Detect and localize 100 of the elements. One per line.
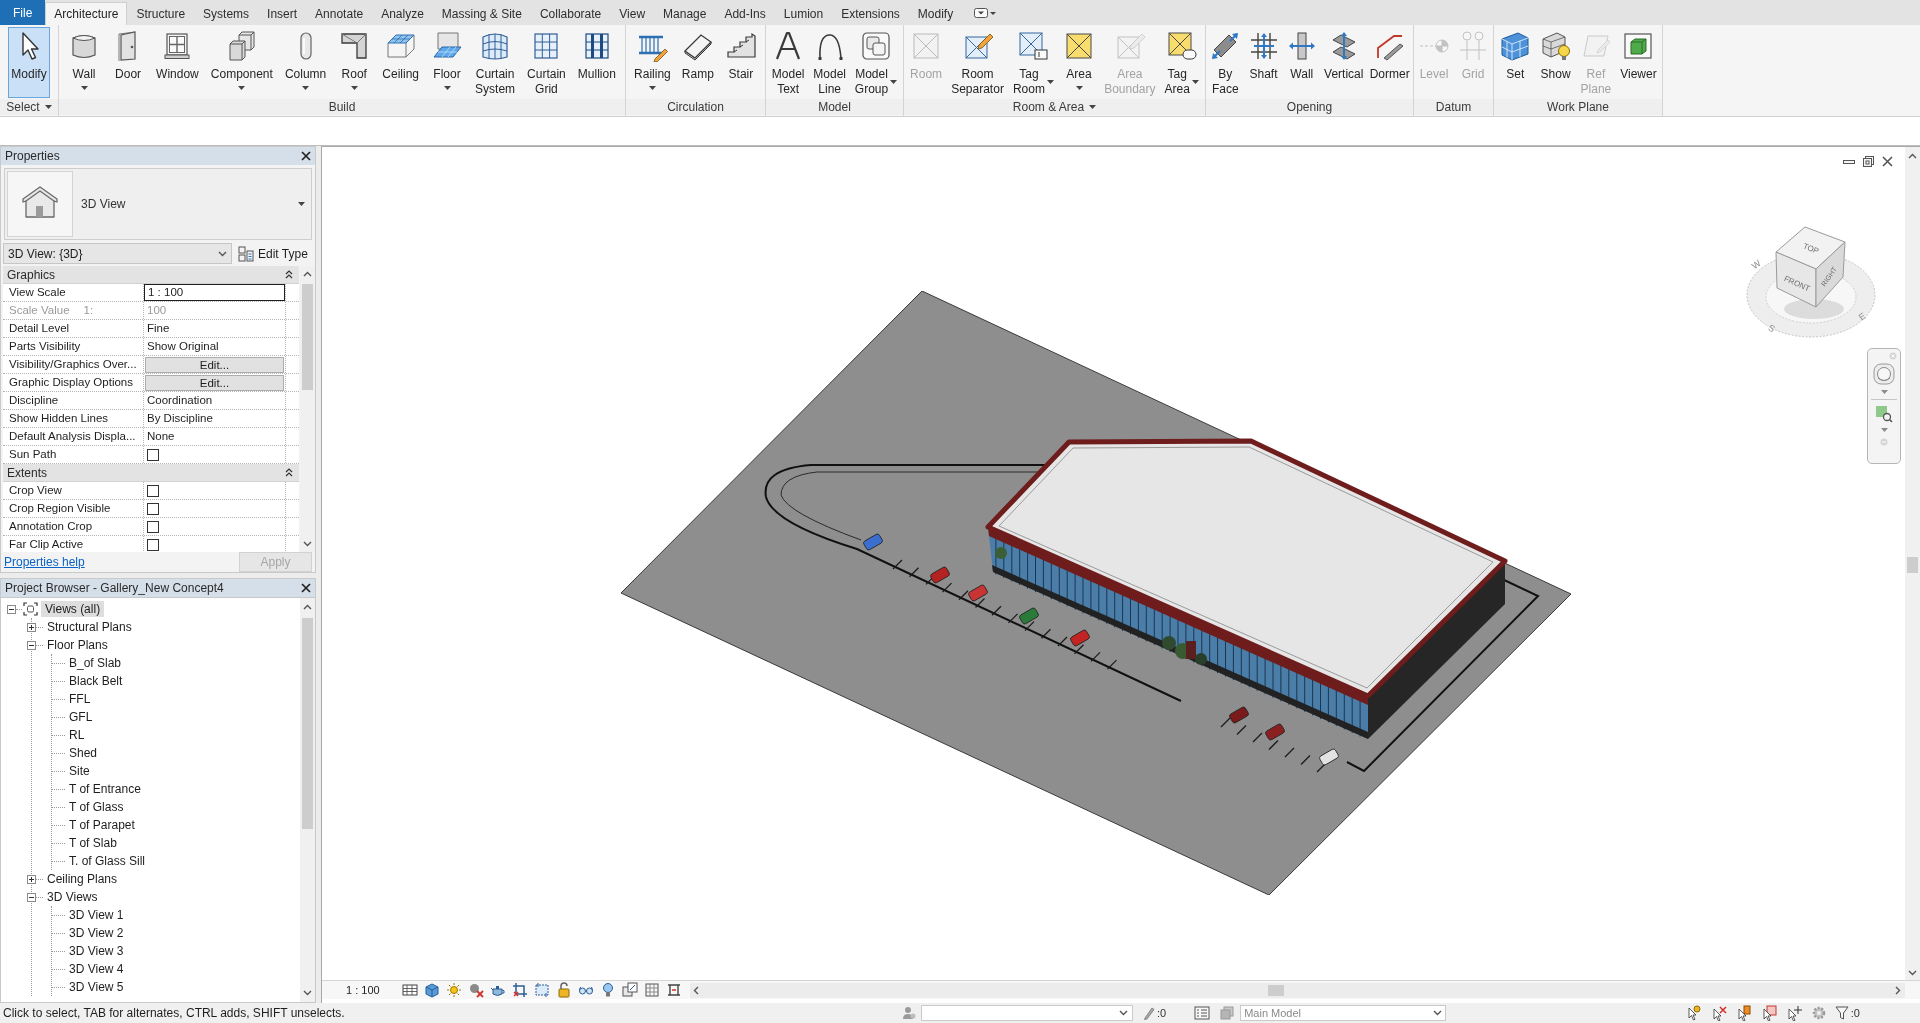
overlapping-squares-icon[interactable] [621,982,638,998]
chevron-down-icon[interactable] [218,250,227,257]
steering-wheel-icon[interactable] [1873,363,1895,385]
ribbon-tab[interactable]: Modify [908,2,963,25]
ribbon-button[interactable]: Floor [428,27,467,98]
ribbon-button[interactable]: Viewer [1617,27,1660,98]
minus-icon[interactable] [7,604,16,614]
ribbon-button[interactable]: Column [281,27,330,98]
ribbon-button[interactable]: Stair [721,27,760,98]
edit-type-button[interactable]: Edit Type [237,243,309,264]
ribbon-tab[interactable]: Annotate [306,2,373,25]
chevron-up-icon[interactable] [303,604,312,610]
close-icon[interactable] [301,151,311,161]
zoom-icon[interactable] [1875,405,1893,423]
scrollbar[interactable] [689,982,1905,998]
ribbon-tab[interactable]: Architecture [45,2,128,25]
tree-item[interactable]: Floor Plans [43,637,112,653]
compass-label[interactable]: W [1749,258,1763,272]
ribbon-button[interactable]: Wall [1282,27,1321,98]
ribbon-tab[interactable]: View [610,2,655,25]
scrollbar-thumb[interactable] [302,284,313,390]
ribbon-tab[interactable]: Extensions [832,2,909,25]
ribbon-tab[interactable]: Systems [194,2,259,25]
ribbon-tab[interactable]: Lumion [774,2,833,25]
scrollbar[interactable] [300,598,315,1002]
chevron-down-icon[interactable] [1433,1010,1443,1016]
chevron-down-icon[interactable] [1908,970,1917,976]
checkbox[interactable] [147,502,159,515]
ribbon-button[interactable]: Area [1060,27,1099,98]
box-cursor-icon[interactable] [1760,1005,1777,1021]
tree-item[interactable]: Site [65,763,94,779]
ribbon-button[interactable]: Vertical [1321,27,1367,98]
tree-item[interactable]: 3D View 4 [65,961,128,977]
tree-item[interactable]: Black Belt [65,673,127,689]
ribbon-button[interactable]: Ceiling [379,27,422,98]
ribbon-button[interactable]: Roof [335,27,374,98]
view-scale-button[interactable]: 1 : 100 [346,981,380,999]
ribbon-button[interactable]: Window [153,27,202,98]
striped-box-icon[interactable] [401,982,418,998]
ribbon-button[interactable]: Ramp [678,27,717,98]
tree-item[interactable]: T of Slab [65,835,121,851]
chevron-up-icon[interactable] [1908,153,1917,159]
panel-title-bar[interactable]: Select [0,99,58,115]
ribbon-button[interactable]: Room Separator [948,27,1007,98]
input-field[interactable]: 1 : 100 [144,284,285,301]
cross-cursor-icon[interactable] [1710,1005,1727,1021]
plus-icon[interactable] [27,874,36,884]
ribbon-button[interactable]: Modify [8,27,50,98]
chevron-down-icon[interactable] [1119,1010,1128,1016]
file-menu-button[interactable]: File [0,0,46,25]
edit-button[interactable]: Edit... [145,356,284,373]
checkbox[interactable] [147,484,159,497]
tree-item[interactable]: GFL [65,709,97,725]
pencil-icon[interactable] [1143,1006,1155,1020]
double-chevron-up-icon[interactable] [285,468,293,477]
help-link[interactable]: Properties help [4,553,85,571]
checkbox[interactable] [147,448,159,461]
key-cursor-icon[interactable] [1685,1005,1702,1021]
double-chevron-up-icon[interactable] [285,270,293,279]
tree-item[interactable]: T of Glass [65,799,128,815]
ribbon-button[interactable]: Tag Area [1161,27,1202,98]
ribbon-button[interactable]: Railing [631,27,674,98]
chevron-up-icon[interactable] [303,271,312,277]
crop-region-icon[interactable] [533,982,550,998]
scrollbar-thumb[interactable] [1907,557,1918,573]
instance-dropdown[interactable]: 3D View: {3D} [3,243,232,264]
plus-icon[interactable] [27,622,36,632]
ribbon-button[interactable]: Wall [65,27,104,98]
ribbon-button[interactable]: Model Group [851,27,901,98]
ribbon-tab[interactable]: Add-Ins [715,2,775,25]
checkbox[interactable] [147,538,159,551]
ribbon-tab[interactable]: Collaborate [530,2,611,25]
ribbon-button[interactable]: Curtain System [472,27,519,98]
scrollbar-thumb[interactable] [302,618,313,829]
panel-title-bar[interactable]: Room & Area [904,99,1205,115]
ribbon-button[interactable]: Shaft [1244,27,1283,98]
tree-item[interactable]: 3D Views [43,889,102,905]
ribbon-button[interactable]: Model Text [768,27,808,98]
filter-icon[interactable] [1834,1006,1849,1020]
chevron-down-icon[interactable] [303,990,312,996]
ribbon-button[interactable]: Mullion [574,27,619,98]
move-cursor-icon[interactable] [1785,1005,1802,1021]
ribbon-tab[interactable]: Insert [258,2,307,25]
close-icon[interactable] [301,583,311,593]
tree-item[interactable]: Views (all) [41,601,105,617]
ribbon-tab[interactable]: Analyze [372,2,433,25]
close-icon[interactable] [1882,156,1893,167]
tree-item[interactable]: B_of Slab [65,655,126,671]
tree-item[interactable]: 3D View 1 [65,907,128,923]
ribbon-toggle-icon[interactable] [974,7,997,18]
tree-item[interactable]: FFL [65,691,95,707]
scrollbar-thumb[interactable] [1267,984,1284,996]
ribbon-button[interactable]: Show [1536,27,1575,98]
tree-item[interactable]: 3D View 5 [65,979,128,995]
ribbon-button[interactable]: Dormer [1366,27,1413,98]
crop-cross-icon[interactable] [511,982,528,998]
minus-icon[interactable] [27,640,36,650]
tree-item[interactable]: Structural Plans [43,619,136,635]
checkbox[interactable] [147,520,159,533]
tree-item[interactable]: 3D View 3 [65,943,128,959]
